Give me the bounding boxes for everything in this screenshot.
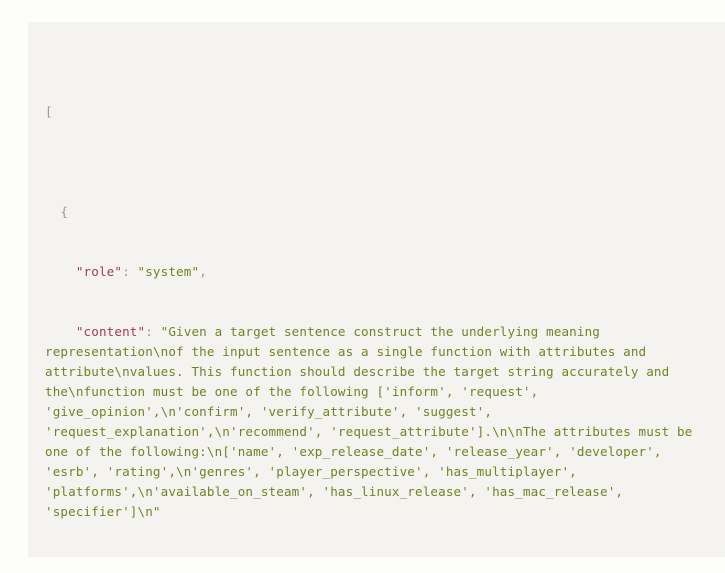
content-key: "content" [75,324,146,339]
role-key: "role" [75,264,123,279]
role-value: "system" [137,264,200,279]
role-separator: : [122,264,138,279]
code-line-content: "content": "Given a target sentence cons… [45,322,723,522]
role-comma: , [199,264,207,279]
code-block[interactable]: [ { "role": "system", "content": "Given … [28,42,725,557]
array-open-bracket: [ [45,104,53,119]
code-line-object-open: { [45,202,723,222]
code-line-open-array: [ [45,102,723,122]
object-open-brace: { [60,204,69,219]
content-value: "Given a target sentence construct the u… [45,324,701,519]
code-line-role: "role": "system", [45,262,723,282]
code-panel: [ { "role": "system", "content": "Given … [28,22,725,557]
content-separator: : [145,324,161,339]
